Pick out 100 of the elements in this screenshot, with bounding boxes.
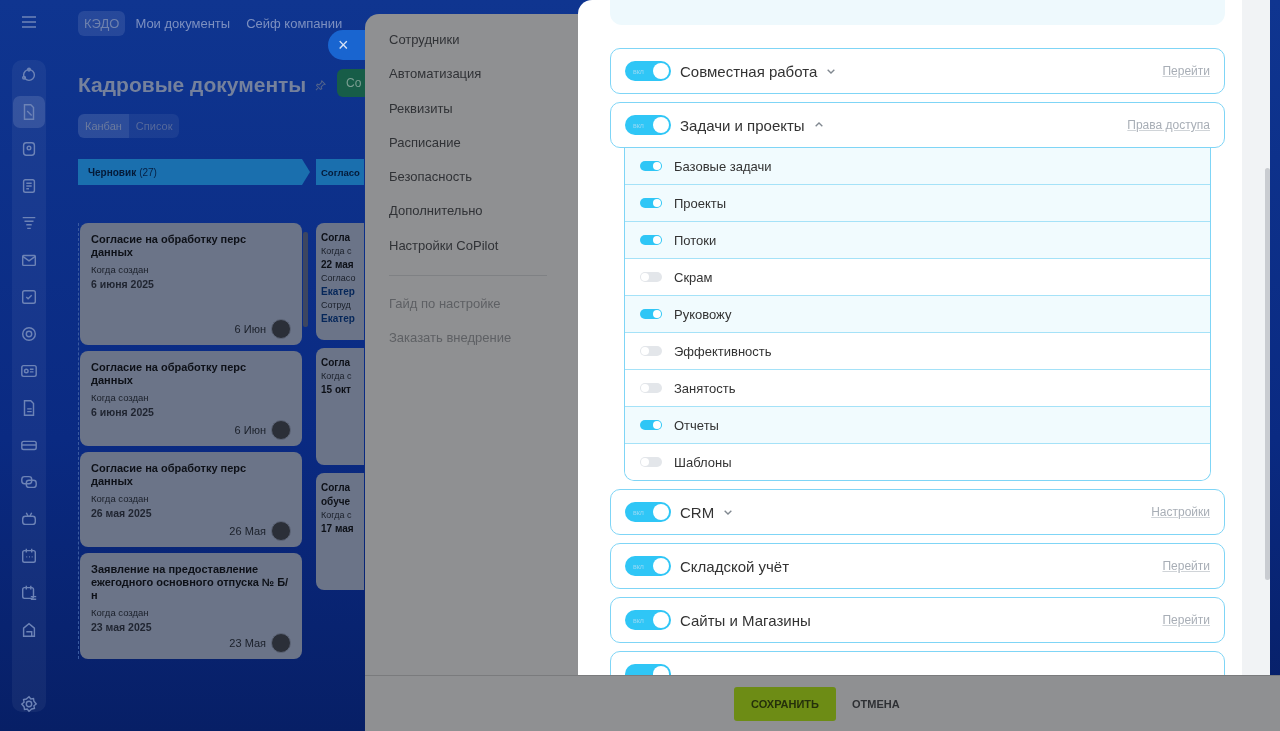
toggle-switch[interactable]	[640, 161, 662, 171]
field-label: Когда создан	[91, 493, 150, 504]
menu-item[interactable]: Дополнительно	[389, 202, 578, 237]
module-link[interactable]: Перейти	[1162, 559, 1210, 573]
card-text: Согла	[321, 357, 352, 368]
menu-item[interactable]: Безопасность	[389, 168, 578, 203]
close-button[interactable]: ×	[328, 30, 368, 60]
cancel-button[interactable]: ОТМЕНА	[851, 697, 900, 710]
document-card[interactable]: Согласие на обработку перс данных Когда создан 26 мая 2025 26 Мая	[80, 452, 302, 547]
submodule-name: Эффективность	[674, 343, 772, 359]
card-title: Заявление на предоставление ежегодного основного отпуска № Б/н	[91, 563, 290, 602]
module-link[interactable]: Перейти	[1162, 613, 1210, 627]
menu-item[interactable]: Сотрудники	[389, 31, 578, 66]
menu-item[interactable]: Расписание	[389, 133, 578, 169]
card-text: 22 мая	[321, 259, 355, 270]
card-text: Согласо	[321, 273, 357, 283]
card-text: Когда с	[321, 246, 353, 256]
toggle-switch[interactable]	[640, 272, 662, 282]
menu-item[interactable]: Реквизиты	[389, 99, 578, 134]
toggle-switch[interactable]	[640, 346, 662, 356]
nav-tab[interactable]: КЭДО	[78, 11, 126, 36]
document-card[interactable]: Согла Когда с 15 окт	[316, 348, 364, 465]
submodule-name: Проекты	[674, 195, 727, 211]
document-card[interactable]: Заявление на предоставление ежегодного основного отпуска № Б/н Когда создан 23 мая 2025 23 Мая	[80, 553, 302, 659]
badge-icon[interactable]	[20, 140, 38, 158]
submodule-name: Занятость	[674, 380, 736, 396]
field-label: Когда создан	[91, 607, 150, 618]
target-icon[interactable]	[20, 325, 38, 343]
module-link[interactable]: Перейти	[1162, 64, 1210, 78]
toggle-switch[interactable]	[640, 309, 662, 319]
calendar-icon[interactable]	[20, 547, 38, 565]
pin-icon[interactable]	[314, 78, 328, 92]
view-tab[interactable]: Канбан	[78, 114, 129, 138]
storefront-icon[interactable]	[20, 621, 38, 639]
card-text: 15 окт	[321, 384, 352, 395]
schedule-icon[interactable]	[20, 584, 38, 602]
form-icon[interactable]	[20, 177, 38, 195]
module-name: Совместная работа	[680, 62, 818, 80]
field-value: 26 мая 2025	[91, 507, 153, 519]
settings-icon[interactable]	[20, 695, 38, 713]
checkbox-icon[interactable]	[20, 288, 38, 306]
submodule-name: Руковожу	[674, 306, 732, 322]
document-icon[interactable]	[13, 96, 45, 128]
card-date: 23 Мая	[229, 637, 266, 649]
card-date: 26 Мая	[229, 525, 266, 537]
submodule-name: Потоки	[674, 232, 717, 248]
submodule-name: Скрам	[674, 269, 713, 285]
nav-tab[interactable]: Мои документы	[129, 11, 237, 36]
column-header: Черновик (27)	[78, 159, 310, 185]
document-card[interactable]: Согла Когда с 22 мая Согласо Екатер Сотруд Екатер	[316, 223, 364, 340]
scrollbar[interactable]	[1265, 168, 1270, 580]
document-card[interactable]: Согласие на обработку перс данных Когда создан 6 июня 2025 6 Июн	[80, 223, 302, 345]
submodule-name: Шаблоны	[674, 454, 732, 470]
field-value: 23 мая 2025	[91, 621, 153, 633]
id-card-icon[interactable]	[20, 362, 38, 380]
view-tab[interactable]: Список	[128, 114, 180, 138]
menu-item[interactable]: Автоматизация	[389, 65, 578, 100]
toggle-switch[interactable]	[640, 198, 662, 208]
card-text: Сотруд	[321, 300, 352, 310]
card-title: Согласие на обработку перс данных	[91, 233, 248, 259]
card-title: Согласие на обработку перс данных	[91, 361, 248, 387]
avatar	[271, 521, 291, 541]
module-name: Задачи и проекты	[680, 116, 805, 134]
toggle-switch[interactable]	[640, 383, 662, 393]
module-link[interactable]: Настройки	[1151, 505, 1210, 519]
avatar	[271, 633, 291, 653]
column-header: Согласо	[316, 159, 364, 185]
menu-item[interactable]: Настройки CoPilot	[389, 236, 578, 272]
chat-icon[interactable]	[20, 473, 38, 491]
create-button[interactable]: Со	[337, 69, 365, 97]
toggle-switch[interactable]	[640, 420, 662, 430]
submodule-name: Базовые задачи	[674, 158, 772, 174]
field-label: Когда создан	[91, 264, 150, 275]
save-button[interactable]: СОХРАНИТЬ	[734, 686, 836, 721]
module-name: CRM	[680, 503, 715, 521]
module-link[interactable]: Права доступа	[1127, 118, 1210, 132]
avatar	[271, 319, 291, 339]
person-link[interactable]: Екатер	[321, 286, 364, 297]
funnel-icon[interactable]	[20, 214, 38, 232]
scrollbar[interactable]	[303, 232, 308, 327]
loop-icon[interactable]	[20, 66, 38, 84]
toggle-switch[interactable]	[640, 457, 662, 467]
document-card[interactable]: Согла обуче Когда с 17 мая	[316, 473, 364, 590]
module-name: Складской учёт	[680, 557, 790, 575]
module-name: Сайты и Магазины	[680, 611, 811, 629]
card-text: 17 мая	[321, 523, 355, 534]
submodule-name: Отчеты	[674, 417, 719, 433]
document-card[interactable]: Согласие на обработку перс данных Когда создан 6 июня 2025 6 Июн	[80, 351, 302, 446]
toggle-switch[interactable]	[640, 235, 662, 245]
field-value: 6 июня 2025	[91, 406, 155, 418]
card-text: Согла	[321, 232, 352, 243]
card-date: 6 Июн	[234, 323, 266, 335]
person-link[interactable]: Екатер	[321, 313, 364, 324]
card-title: Согласие на обработку перс данных	[91, 462, 248, 488]
field-label: Когда создан	[91, 392, 150, 403]
card-text: Согла	[321, 482, 352, 493]
page-title: Кадровые документы	[78, 73, 307, 97]
card-date: 6 Июн	[234, 424, 266, 436]
card-text: Когда с	[321, 510, 353, 520]
card-text: Когда с	[321, 371, 353, 381]
